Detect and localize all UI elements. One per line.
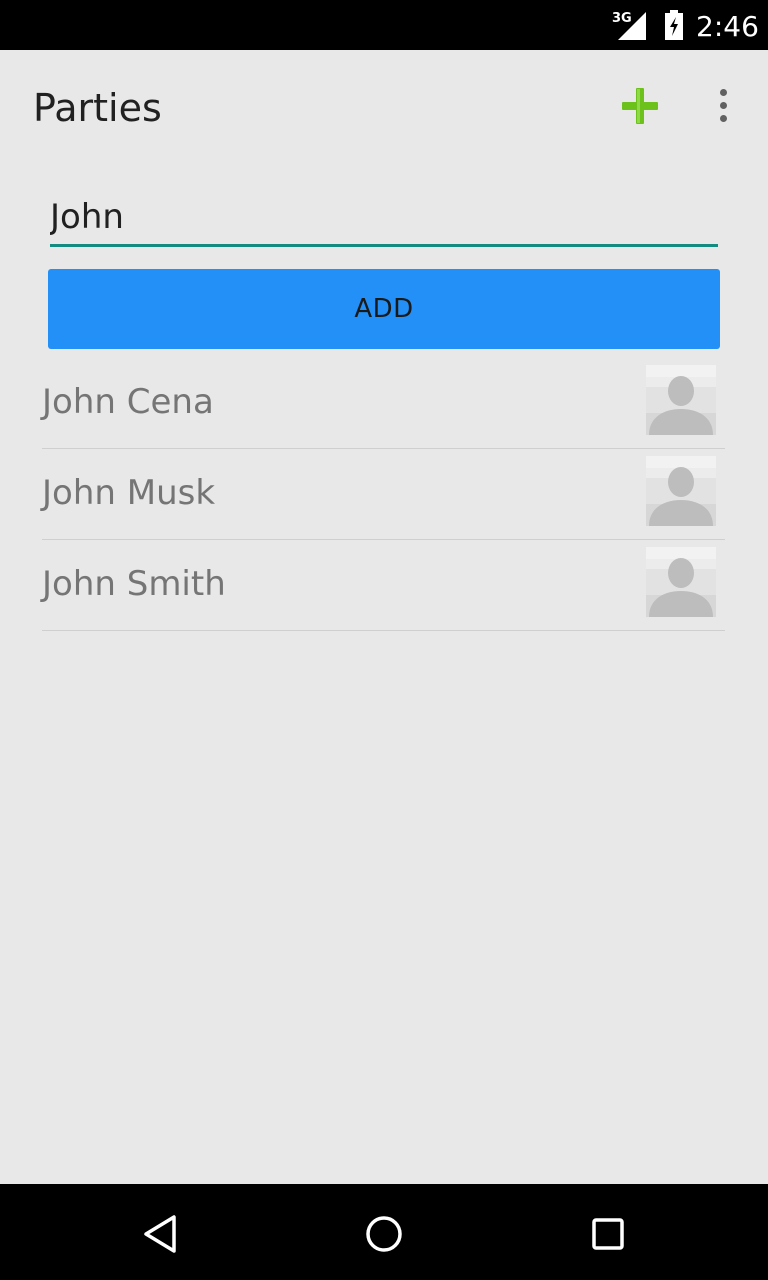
list-item[interactable]: John Musk xyxy=(42,449,725,540)
contact-name: John Cena xyxy=(42,382,214,422)
status-bar: 3G 2:46 xyxy=(0,0,768,50)
home-icon[interactable] xyxy=(362,1212,406,1256)
contact-name: John Musk xyxy=(42,473,216,513)
name-field xyxy=(50,190,718,248)
more-vert-dot xyxy=(720,102,727,109)
contact-list: John Cena John Musk John Smith xyxy=(42,358,725,631)
app-toolbar: Parties xyxy=(0,50,768,162)
add-party-button[interactable] xyxy=(620,86,660,126)
signal-icon xyxy=(618,12,646,40)
list-item[interactable]: John Smith xyxy=(42,540,725,631)
overflow-menu-button[interactable] xyxy=(710,86,738,126)
plus-icon xyxy=(622,88,658,124)
clock: 2:46 xyxy=(696,10,759,43)
recents-icon[interactable] xyxy=(586,1212,630,1256)
more-vert-icon xyxy=(720,89,727,96)
name-input[interactable] xyxy=(50,190,718,247)
list-item[interactable]: John Cena xyxy=(42,358,725,449)
back-icon[interactable] xyxy=(138,1212,182,1256)
page-title: Parties xyxy=(33,86,162,130)
avatar-placeholder-icon xyxy=(646,365,716,435)
battery-icon xyxy=(665,10,683,40)
contact-name: John Smith xyxy=(42,564,226,604)
more-vert-dot xyxy=(720,115,727,122)
avatar-placeholder-icon xyxy=(646,547,716,617)
add-button[interactable]: ADD xyxy=(48,269,720,349)
navigation-bar xyxy=(0,1184,768,1280)
avatar-placeholder-icon xyxy=(646,456,716,526)
